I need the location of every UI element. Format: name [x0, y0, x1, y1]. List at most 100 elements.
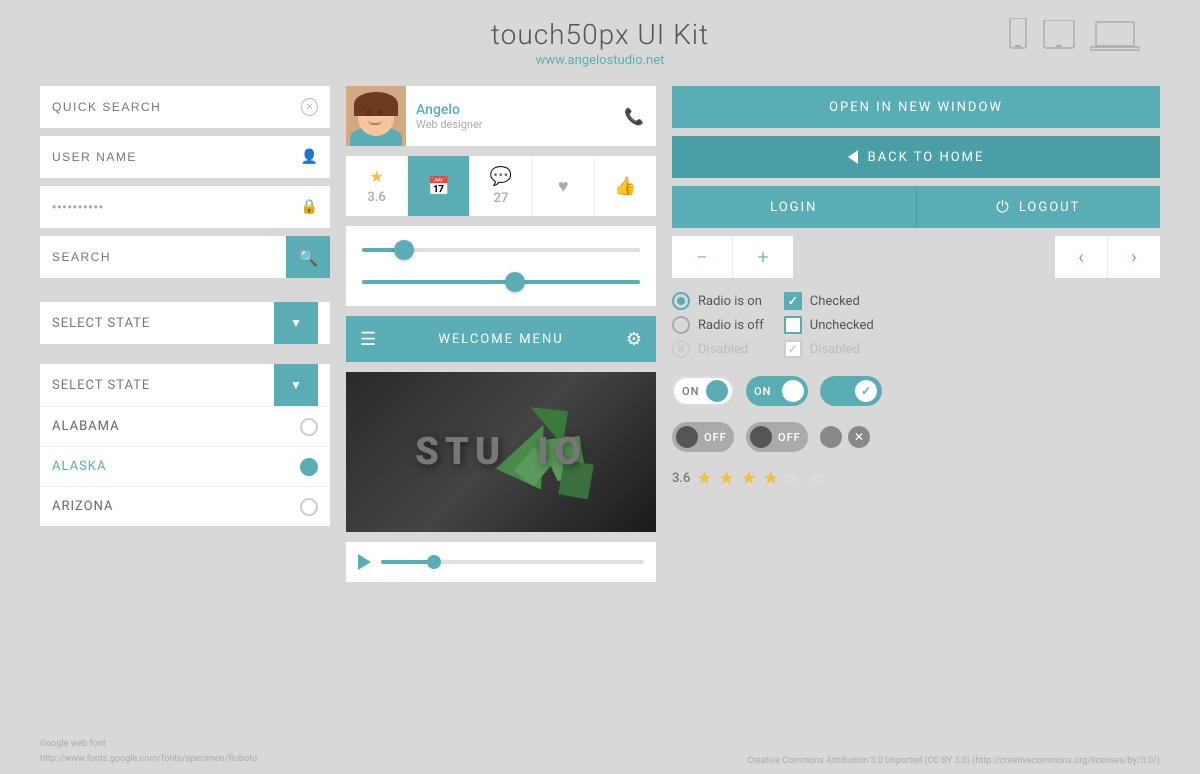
radio-off-label: Radio is off — [698, 318, 764, 333]
dropdown-item-alaska[interactable]: ALASKA — [40, 446, 330, 486]
slider-1[interactable] — [362, 240, 640, 260]
stat-calendar[interactable]: 📅 — [408, 156, 470, 216]
search-button[interactable]: 🔍 — [286, 236, 330, 278]
search-icon: 🔍 — [298, 248, 318, 267]
toggle-off-label-1: OFF — [704, 431, 727, 444]
play-button[interactable] — [358, 554, 371, 570]
star-6[interactable]: ★ — [807, 468, 823, 489]
clear-icon[interactable]: ✕ — [301, 98, 318, 116]
dropdown-arrow-button[interactable]: ▼ — [274, 302, 318, 344]
gear-icon[interactable]: ⚙ — [626, 329, 642, 350]
open-new-window-button[interactable]: OPEN IN NEW WINDOW — [672, 86, 1160, 128]
logout-button[interactable]: ⏻ LOGOUT — [917, 186, 1161, 228]
password-field: 🔒 — [40, 186, 330, 228]
media-progress-fill — [381, 560, 434, 564]
toggle-x-icon[interactable]: ✕ — [848, 426, 870, 448]
checkbox-disabled: ✓ Disabled — [784, 340, 874, 358]
toggle-check[interactable]: ✓ — [820, 376, 882, 406]
select-state-dropdown-open: SELECT STATE ▼ ALABAMA ALASKA ARIZONA — [40, 364, 330, 526]
stat-chat[interactable]: 💬 27 — [470, 156, 532, 216]
footer-left-line1: Google web font — [40, 737, 257, 751]
stat-rating[interactable]: ★ 3.6 — [346, 156, 408, 216]
toggle-on-teal-label: ON — [754, 385, 771, 398]
middle-column: Angelo Web designer 📞 ★ 3.6 📅 💬 27 ♥ 👍 — [346, 86, 656, 582]
phone-icon[interactable]: 📞 — [624, 107, 644, 126]
stars-rating-row: 3.6 ★ ★ ★ ★ ★ ★ — [672, 464, 1160, 493]
radio-on-indicator — [672, 292, 690, 310]
media-player — [346, 542, 656, 582]
password-input[interactable] — [52, 200, 301, 214]
footer-right: Creative Commons Attribution 3.0 Unporte… — [747, 756, 1160, 766]
radio-checkbox-section: Radio is on Radio is off Disabled ✓ — [672, 286, 1160, 364]
stat-like[interactable]: 👍 — [595, 156, 656, 216]
slider-2[interactable] — [362, 272, 640, 292]
select-state-dropdown-closed[interactable]: SELECT STATE ▼ — [40, 302, 330, 344]
nav-group: ‹ › — [1055, 236, 1160, 278]
profile-info: Angelo Web designer — [416, 102, 614, 131]
back-arrow-icon — [848, 150, 858, 164]
check-mark-icon: ✓ — [788, 294, 798, 308]
sliders-container — [346, 226, 656, 306]
toggle-check-thumb: ✓ — [855, 380, 877, 402]
username-input[interactable] — [52, 150, 301, 164]
radio-off[interactable]: Radio is off — [672, 316, 764, 334]
prev-button[interactable]: ‹ — [1055, 236, 1107, 278]
studio-text: STU IO — [415, 430, 587, 474]
login-logout-row: LOGIN ⏻ LOGOUT — [672, 186, 1160, 228]
avatar — [346, 86, 406, 146]
toggle-x-group: ✕ — [820, 426, 870, 448]
toggle-off-2[interactable]: OFF — [746, 422, 808, 452]
stat-chat-count: 27 — [494, 191, 509, 206]
dropdown-label: SELECT STATE — [52, 316, 274, 331]
toggle-on-white[interactable]: ON — [672, 376, 734, 406]
plus-button[interactable]: + — [733, 236, 793, 278]
hamburger-icon[interactable]: ☰ — [360, 329, 376, 350]
left-column: ✕ 👤 🔒 🔍 SELECT STATE ▼ SELECT STATE — [40, 86, 330, 582]
login-button[interactable]: LOGIN — [672, 186, 916, 228]
toggle-on-teal[interactable]: ON — [746, 376, 808, 406]
stat-heart[interactable]: ♥ — [533, 156, 595, 216]
radio-on[interactable]: Radio is on — [672, 292, 764, 310]
dropdown-item-alabama[interactable]: ALABAMA — [40, 406, 330, 446]
dropdown-radio-arizona — [300, 498, 318, 516]
toggle-off-1[interactable]: OFF — [672, 422, 734, 452]
dropdown-header-arrow[interactable]: ▼ — [274, 364, 318, 406]
media-progress-bar[interactable] — [381, 560, 644, 564]
radio-column: Radio is on Radio is off Disabled — [672, 292, 764, 358]
user-icon: 👤 — [301, 149, 318, 165]
dropdown-header[interactable]: SELECT STATE ▼ — [40, 364, 330, 406]
menu-bar: ☰ WELCOME MENU ⚙ — [346, 316, 656, 362]
checkbox-checked[interactable]: ✓ Checked — [784, 292, 874, 310]
profile-title: Web designer — [416, 118, 614, 131]
search-input[interactable] — [52, 250, 286, 264]
footer-left: Google web font http://www.fonts.google.… — [40, 737, 257, 766]
star-3[interactable]: ★ — [741, 468, 757, 489]
back-to-home-button[interactable]: BACK TO HOME — [672, 136, 1160, 178]
toggle-dot — [820, 426, 842, 448]
profile-name: Angelo — [416, 102, 614, 118]
rating-value: 3.6 — [672, 471, 690, 486]
dropdown-radio-alaska — [300, 458, 318, 476]
toggle-off-thumb-1 — [676, 426, 698, 448]
dropdown-item-arizona[interactable]: ARIZONA — [40, 486, 330, 526]
checkbox-unchecked[interactable]: Unchecked — [784, 316, 874, 334]
toggle-off-thumb-2 — [750, 426, 772, 448]
star-2[interactable]: ★ — [719, 468, 735, 489]
chat-icon: 💬 — [490, 166, 512, 187]
quick-search-field: ✕ — [40, 86, 330, 128]
star-1[interactable]: ★ — [696, 468, 712, 489]
next-button[interactable]: › — [1108, 236, 1160, 278]
menu-label: WELCOME MENU — [376, 332, 626, 347]
device-icons — [1008, 18, 1140, 56]
minus-button[interactable]: − — [672, 236, 732, 278]
toggle-off-label-2: OFF — [778, 431, 801, 444]
controls-row: − + ‹ › — [672, 236, 1160, 278]
radio-disabled-dot — [677, 345, 685, 353]
star-5[interactable]: ★ — [785, 468, 801, 489]
stepper-group: − + — [672, 236, 793, 278]
footer-left-line2: http://www.fonts.google.com/fonts/specim… — [40, 752, 257, 766]
quick-search-input[interactable] — [52, 100, 301, 114]
laptop-icon — [1090, 20, 1140, 56]
star-4[interactable]: ★ — [763, 468, 779, 489]
toggle-on-white-label: ON — [682, 385, 699, 398]
